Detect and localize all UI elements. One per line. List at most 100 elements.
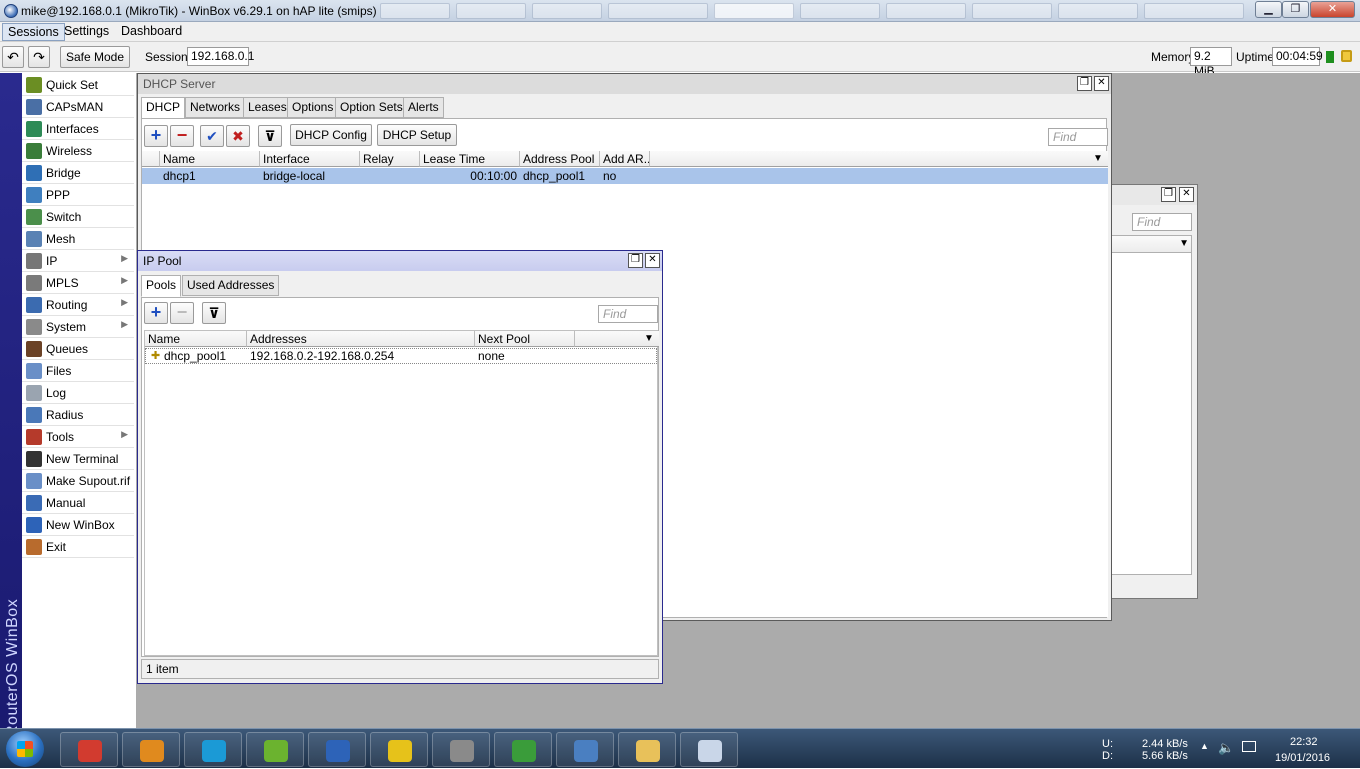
sidebar-item-ppp[interactable]: PPP	[22, 184, 134, 206]
taskbar-media-player[interactable]	[122, 732, 180, 767]
tab-dhcp[interactable]: DHCP	[141, 97, 186, 119]
sidebar-item-queues[interactable]: Queues	[22, 338, 134, 360]
find-input[interactable]: Find	[1048, 128, 1108, 146]
sidebar-item-routing[interactable]: Routing ▶	[22, 294, 134, 316]
taskbar-download-manager[interactable]	[494, 732, 552, 767]
filter-button[interactable]: ⊽	[202, 302, 226, 324]
maximize-icon[interactable]: ❐	[1077, 76, 1092, 91]
column-header-addresses[interactable]: Addresses	[247, 331, 475, 347]
taskbar-game[interactable]	[432, 732, 490, 767]
safe-mode-button[interactable]: Safe Mode	[60, 46, 130, 68]
sidebar-item-mpls[interactable]: MPLS ▶	[22, 272, 134, 294]
clock-date[interactable]: 19/01/2016	[1275, 752, 1330, 764]
sidebar-item-bridge[interactable]: Bridge	[22, 162, 134, 184]
menu-dashboard[interactable]: Dashboard	[116, 23, 187, 41]
sidebar-item-capsman[interactable]: CAPsMAN	[22, 96, 134, 118]
column-header-next-pool[interactable]: Next Pool	[475, 331, 575, 347]
start-button[interactable]	[6, 731, 44, 767]
menu-sessions[interactable]: Sessions	[2, 23, 65, 41]
column-header-address-pool[interactable]: Address Pool	[520, 151, 600, 167]
column-header-name[interactable]: Name	[160, 151, 260, 167]
taskbar-document-app[interactable]	[680, 732, 738, 767]
taskbar-file-explorer[interactable]	[618, 732, 676, 767]
remove-button[interactable]: −	[170, 125, 194, 147]
sidebar-item-mesh[interactable]: Mesh	[22, 228, 134, 250]
session-field[interactable]: 192.168.0.1	[187, 47, 254, 66]
sidebar-item-wireless[interactable]: Wireless	[22, 140, 134, 162]
sidebar-item-files[interactable]: Files	[22, 360, 134, 382]
chevron-down-icon[interactable]: ▼	[1093, 153, 1103, 164]
sidebar-item-ip[interactable]: IP ▶	[22, 250, 134, 272]
volume-icon[interactable]: 🔈	[1218, 740, 1234, 756]
tab-used-addresses[interactable]: Used Addresses	[182, 275, 280, 296]
find-input[interactable]: Find	[598, 305, 658, 323]
minimize-button[interactable]: ▁	[1255, 1, 1282, 18]
disable-button[interactable]: ✖	[226, 125, 250, 147]
column-header-name[interactable]: Name	[145, 331, 247, 347]
sidebar-item-exit[interactable]: Exit	[22, 536, 134, 558]
sidebar-item-interfaces[interactable]: Interfaces	[22, 118, 134, 140]
taskbar-skype[interactable]	[184, 732, 242, 767]
folder-icon	[26, 363, 42, 379]
ip-pool-title: IP Pool	[143, 254, 182, 268]
clock-time[interactable]: 22:32	[1290, 736, 1318, 748]
sidebar-item-quick-set[interactable]: Quick Set	[22, 74, 134, 96]
tab-alerts[interactable]: Alerts	[403, 97, 444, 118]
add-button[interactable]: +	[144, 302, 168, 324]
ip-pool-titlebar: IP Pool	[138, 251, 662, 271]
brand-label: RouterOS WinBox	[4, 598, 21, 737]
menu-settings[interactable]: Settings	[59, 23, 114, 41]
sidebar-item-switch[interactable]: Switch	[22, 206, 134, 228]
tab-option-sets[interactable]: Option Sets	[335, 97, 408, 118]
taskbar-winbox[interactable]	[308, 732, 366, 767]
table-row[interactable]: dhcp1 bridge-local 00:10:00 dhcp_pool1 n…	[142, 168, 1108, 184]
sidebar-item-new-terminal[interactable]: New Terminal	[22, 448, 134, 470]
terminal-icon	[26, 451, 42, 467]
remove-button[interactable]: −	[170, 302, 194, 324]
sidebar-item-manual[interactable]: Manual	[22, 492, 134, 514]
undo-button[interactable]: ↶	[2, 46, 24, 68]
taskbar-utorrent[interactable]	[246, 732, 304, 767]
network-icon[interactable]	[1242, 741, 1256, 752]
memory-value: 9.2 MiB	[1190, 47, 1232, 78]
tab-options[interactable]: Options	[287, 97, 339, 118]
close-icon[interactable]: ✕	[1094, 76, 1109, 91]
filter-button[interactable]: ⊽	[258, 125, 282, 147]
taskbar-game-launcher[interactable]	[370, 732, 428, 767]
maximize-button[interactable]: ❐	[1282, 1, 1309, 18]
add-button[interactable]: +	[144, 125, 168, 147]
sidebar-item-label: Switch	[46, 210, 82, 224]
tab-networks[interactable]: Networks	[185, 97, 246, 118]
close-button[interactable]: ✕	[1310, 1, 1355, 18]
column-header-add-arp[interactable]: Add AR...	[600, 151, 650, 167]
sidebar-item-log[interactable]: Log	[22, 382, 134, 404]
ghost-tab	[886, 3, 966, 19]
dhcp-setup-button[interactable]: DHCP Setup	[377, 124, 457, 146]
close-icon[interactable]: ✕	[645, 253, 660, 268]
chevron-down-icon[interactable]: ▼	[644, 333, 654, 344]
enable-button[interactable]: ✔	[200, 125, 224, 147]
column-header-relay[interactable]: Relay	[360, 151, 420, 167]
chevron-down-icon[interactable]: ▼	[1179, 238, 1189, 249]
sidebar-item-new-winbox[interactable]: New WinBox	[22, 514, 134, 536]
tray-expand-icon[interactable]: ▲	[1200, 741, 1209, 751]
table-row[interactable]: ✚ dhcp_pool1 192.168.0.2-192.168.0.254 n…	[145, 348, 657, 364]
sidebar-item-tools[interactable]: Tools ▶	[22, 426, 134, 448]
column-header-interface[interactable]: Interface	[260, 151, 360, 167]
find-input[interactable]: Find	[1132, 213, 1192, 231]
close-icon[interactable]: ✕	[1179, 187, 1194, 202]
tab-pools[interactable]: Pools	[141, 275, 182, 297]
sidebar-item-system[interactable]: System ▶	[22, 316, 134, 338]
dhcp-config-button[interactable]: DHCP Config	[290, 124, 372, 146]
mpls-icon	[26, 275, 42, 291]
tab-leases[interactable]: Leases	[243, 97, 292, 118]
maximize-icon[interactable]: ❐	[1161, 187, 1176, 202]
maximize-icon[interactable]: ❐	[628, 253, 643, 268]
lock-icon[interactable]	[1341, 50, 1352, 62]
column-header-lease-time[interactable]: Lease Time	[420, 151, 520, 167]
taskbar-network-tool[interactable]	[556, 732, 614, 767]
taskbar-chrome[interactable]	[60, 732, 118, 767]
sidebar-item-radius[interactable]: Radius	[22, 404, 134, 426]
redo-button[interactable]: ↷	[28, 46, 50, 68]
sidebar-item-make-supout-rif[interactable]: Make Supout.rif	[22, 470, 134, 492]
